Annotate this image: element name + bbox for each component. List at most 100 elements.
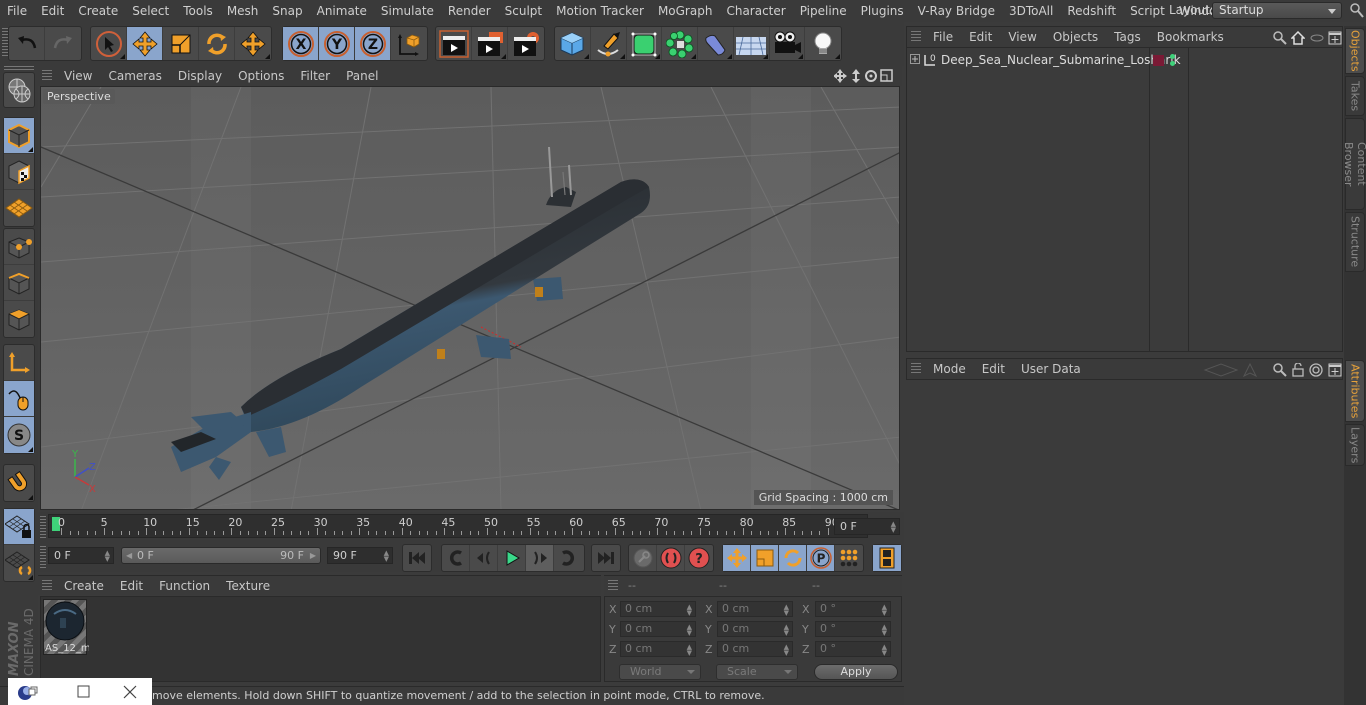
menu-vray-bridge[interactable]: V-Ray Bridge bbox=[911, 4, 1002, 18]
pos-z-field[interactable]: 0 cm ▲ ▼ bbox=[620, 641, 696, 657]
tab-content-browser[interactable]: Content Browser bbox=[1342, 118, 1366, 210]
rotate-tool-button[interactable] bbox=[199, 27, 235, 60]
key-rotation-button[interactable] bbox=[779, 545, 807, 571]
pen-spline-button[interactable] bbox=[591, 27, 627, 60]
editor-visibility-dot[interactable] bbox=[1170, 54, 1175, 59]
play-button[interactable] bbox=[498, 545, 526, 571]
object-row[interactable]: 0 Deep_Sea_Nuclear_Submarine_Losharik bbox=[907, 50, 1343, 70]
objects-menu-objects[interactable]: Objects bbox=[1045, 30, 1106, 44]
target-icon[interactable] bbox=[1309, 363, 1323, 377]
rot-p-field[interactable]: 0 ° ▲ ▼ bbox=[815, 621, 891, 637]
bend-deformer-button[interactable] bbox=[698, 27, 734, 60]
objects-menu-view[interactable]: View bbox=[1000, 30, 1044, 44]
up-arrow-icon[interactable] bbox=[1243, 363, 1257, 377]
live-selection-button[interactable] bbox=[91, 27, 127, 60]
spinner-icon[interactable]: ▲ ▼ bbox=[891, 521, 896, 534]
viewport-menu-display[interactable]: Display bbox=[170, 69, 230, 83]
edges-mode-button[interactable] bbox=[4, 265, 34, 301]
current-frame-field[interactable]: 0 F ▲ ▼ bbox=[834, 518, 900, 535]
camera-label[interactable]: Perspective bbox=[43, 89, 115, 104]
dolly-icon[interactable] bbox=[852, 69, 860, 83]
ellipse-icon[interactable] bbox=[1310, 31, 1324, 45]
material-menu-texture[interactable]: Texture bbox=[218, 579, 278, 593]
spinner-icon[interactable]: ▲ ▼ bbox=[384, 550, 389, 563]
back-arrow-icon[interactable] bbox=[1203, 363, 1239, 377]
menu-pipeline[interactable]: Pipeline bbox=[793, 4, 854, 18]
scale-tool-button[interactable] bbox=[163, 27, 199, 60]
size-x-field[interactable]: 0 cm ▲ ▼ bbox=[717, 601, 793, 617]
timeline-ruler[interactable]: 0 5 10 15 20 25 30 35 40 45 50 55 60 65 70 75 80 85 90 bbox=[48, 514, 868, 538]
viewport-menu-view[interactable]: View bbox=[56, 69, 100, 83]
menu-select[interactable]: Select bbox=[125, 4, 176, 18]
model-mode-button[interactable] bbox=[4, 118, 34, 154]
menu-character[interactable]: Character bbox=[719, 4, 792, 18]
light-button[interactable] bbox=[805, 27, 841, 60]
menu-render[interactable]: Render bbox=[441, 4, 498, 18]
new-panel-icon[interactable] bbox=[1328, 363, 1342, 377]
motion-record-button[interactable] bbox=[629, 545, 657, 571]
range-right-arrow-icon[interactable]: ▶ bbox=[310, 548, 316, 563]
pos-x-field[interactable]: 0 cm ▲ ▼ bbox=[620, 601, 696, 617]
make-editable-button[interactable] bbox=[4, 73, 34, 107]
tab-objects[interactable]: Objects bbox=[1345, 28, 1365, 74]
apply-button[interactable]: Apply bbox=[814, 664, 898, 680]
autokey-help-button[interactable]: ? bbox=[685, 545, 713, 571]
material-item[interactable]: AS_12_m bbox=[43, 599, 89, 655]
maximize-icon[interactable] bbox=[77, 685, 91, 699]
lock-icon[interactable] bbox=[1291, 363, 1305, 377]
attributes-menu-user-data[interactable]: User Data bbox=[1013, 362, 1089, 376]
render-picture-viewer-button[interactable] bbox=[472, 27, 508, 60]
transport-grip[interactable] bbox=[40, 546, 46, 568]
snap-button[interactable] bbox=[4, 465, 34, 501]
rot-b-field[interactable]: 0 ° ▲ ▼ bbox=[815, 641, 891, 657]
start-frame-field[interactable]: 0 F ▲ ▼ bbox=[48, 547, 114, 564]
prev-key-button[interactable] bbox=[442, 545, 470, 571]
goto-start-button[interactable] bbox=[403, 545, 431, 571]
material-menu-edit[interactable]: Edit bbox=[112, 579, 151, 593]
menu-edit[interactable]: Edit bbox=[34, 4, 71, 18]
move-tool-button[interactable] bbox=[127, 27, 163, 60]
timeline-grip[interactable] bbox=[40, 516, 46, 538]
menu-redshift[interactable]: Redshift bbox=[1060, 4, 1123, 18]
render-visibility-dot[interactable] bbox=[1170, 61, 1175, 66]
render-settings-button[interactable] bbox=[508, 27, 544, 60]
viewport-menu-options[interactable]: Options bbox=[230, 69, 292, 83]
menu-script[interactable]: Script bbox=[1123, 4, 1172, 18]
menu-animate[interactable]: Animate bbox=[310, 4, 374, 18]
enable-axis-button[interactable] bbox=[4, 345, 34, 381]
subdivision-surface-button[interactable] bbox=[627, 27, 663, 60]
next-key-button[interactable] bbox=[554, 545, 582, 571]
key-parameter-button[interactable]: P bbox=[807, 545, 835, 571]
menu-simulate[interactable]: Simulate bbox=[374, 4, 441, 18]
tab-layers[interactable]: Layers bbox=[1345, 424, 1365, 466]
viewport-grip[interactable] bbox=[42, 70, 52, 82]
rot-h-field[interactable]: 0 ° ▲ ▼ bbox=[815, 601, 891, 617]
perspective-viewport[interactable]: Y Z X Perspective Grid Spacing : 1000 cm bbox=[40, 86, 900, 510]
object-manager-grip[interactable] bbox=[911, 31, 921, 43]
record-keys-button[interactable] bbox=[657, 545, 685, 571]
size-z-field[interactable]: 0 cm ▲ ▼ bbox=[717, 641, 793, 657]
attributes-menu-mode[interactable]: Mode bbox=[925, 362, 974, 376]
cloner-button[interactable] bbox=[662, 27, 698, 60]
recent-tool-button[interactable] bbox=[235, 27, 271, 60]
key-position-button[interactable] bbox=[723, 545, 751, 571]
polygons-mode-button[interactable] bbox=[4, 301, 34, 337]
coordinate-mode-select[interactable]: World bbox=[619, 664, 701, 680]
tab-takes[interactable]: Takes bbox=[1345, 76, 1365, 116]
objects-menu-bookmarks[interactable]: Bookmarks bbox=[1149, 30, 1232, 44]
menu-mograph[interactable]: MoGraph bbox=[651, 4, 720, 18]
timeline-window-button[interactable] bbox=[873, 545, 901, 571]
tab-attributes[interactable]: Attributes bbox=[1345, 360, 1365, 422]
menu-file[interactable]: File bbox=[0, 4, 34, 18]
viewport-menu-cameras[interactable]: Cameras bbox=[100, 69, 169, 83]
material-menu-create[interactable]: Create bbox=[56, 579, 112, 593]
spinner-icon[interactable]: ▲ ▼ bbox=[105, 550, 110, 563]
mode-toolbar-grip[interactable] bbox=[4, 66, 34, 70]
key-pla-button[interactable] bbox=[835, 545, 863, 571]
next-frame-button[interactable] bbox=[526, 545, 554, 571]
attributes-menu-edit[interactable]: Edit bbox=[974, 362, 1013, 376]
size-y-field[interactable]: 0 cm ▲ ▼ bbox=[717, 621, 793, 637]
menu-snap[interactable]: Snap bbox=[265, 4, 309, 18]
lock-workplane-button[interactable] bbox=[4, 509, 34, 545]
camera-button[interactable] bbox=[770, 27, 806, 60]
